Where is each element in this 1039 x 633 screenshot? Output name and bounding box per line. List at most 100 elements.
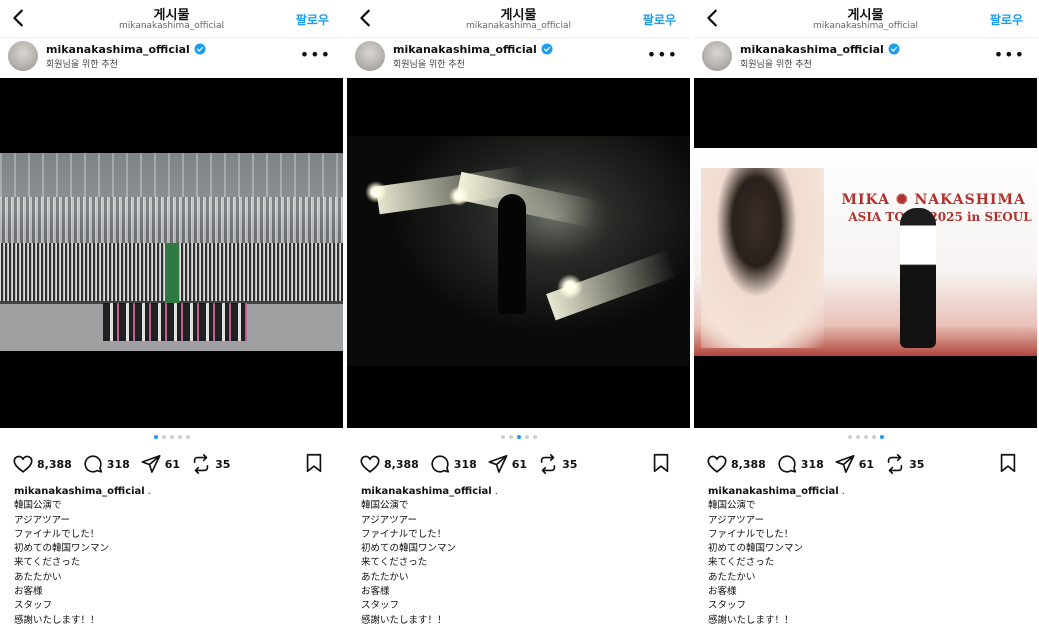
author-username[interactable]: mikanakashima_official bbox=[393, 43, 537, 56]
bookmark-icon bbox=[653, 453, 669, 473]
light-beam bbox=[455, 171, 599, 229]
caption-username-row: mikanakashima_official . bbox=[14, 486, 151, 497]
banner-subtitle: ASIA TOUR 2025 in SEOUL bbox=[848, 210, 1032, 224]
comment-button[interactable]: 318 bbox=[776, 453, 824, 475]
comment-count: 318 bbox=[453, 457, 477, 471]
share-button[interactable]: 61 bbox=[487, 453, 527, 475]
caption-username-row: mikanakashima_official . bbox=[361, 486, 498, 497]
stage-crew-group bbox=[102, 303, 247, 341]
verified-badge-icon bbox=[541, 43, 553, 55]
carousel-dots bbox=[694, 435, 1037, 439]
carousel-dot[interactable] bbox=[516, 435, 521, 439]
heart-icon bbox=[360, 455, 380, 473]
post-media[interactable]: MIKA ✺ NAKASHIMA ASIA TOUR 2025 in SEOUL bbox=[694, 78, 1037, 428]
carousel-dot[interactable] bbox=[508, 435, 513, 439]
repost-button[interactable]: 35 bbox=[190, 453, 230, 475]
share-button[interactable]: 61 bbox=[140, 453, 180, 475]
save-button[interactable] bbox=[997, 452, 1019, 478]
more-options-icon[interactable]: ••• bbox=[300, 45, 331, 64]
like-button[interactable]: 8,388 bbox=[359, 453, 419, 475]
tour-banner-photo: MIKA ✺ NAKASHIMA ASIA TOUR 2025 in SEOUL bbox=[694, 148, 1037, 356]
caption-username[interactable]: mikanakashima_official bbox=[14, 486, 145, 497]
banner-title: MIKA ✺ NAKASHIMA bbox=[841, 192, 1026, 208]
caption-line: 初めての韓国ワンマン bbox=[708, 543, 804, 555]
comment-icon bbox=[431, 455, 449, 473]
post-media[interactable] bbox=[0, 78, 343, 428]
avatar[interactable] bbox=[8, 41, 38, 71]
arena-photo bbox=[0, 153, 343, 351]
caption-line: アジアツアー bbox=[14, 514, 71, 526]
post-panel: 게시물 mikanakashima_official 팔로우 mikanakas… bbox=[694, 0, 1037, 633]
carousel-dot[interactable] bbox=[524, 435, 529, 439]
bookmark-icon bbox=[306, 453, 322, 473]
caption-line: あたたかい bbox=[708, 571, 756, 583]
suggestion-label: 회원님을 위한 추천 bbox=[393, 59, 465, 70]
caption-username[interactable]: mikanakashima_official bbox=[708, 486, 839, 497]
follow-button[interactable]: 팔로우 bbox=[643, 11, 676, 28]
carousel-dot[interactable] bbox=[185, 435, 190, 439]
carousel-dot[interactable] bbox=[871, 435, 876, 439]
caption-line: 来てくださった bbox=[361, 557, 428, 569]
more-options-icon[interactable]: ••• bbox=[647, 45, 678, 64]
share-button[interactable]: 61 bbox=[834, 453, 874, 475]
repost-button[interactable]: 35 bbox=[537, 453, 577, 475]
comment-button[interactable]: 318 bbox=[429, 453, 477, 475]
like-button[interactable]: 8,388 bbox=[12, 453, 72, 475]
carousel-dot[interactable] bbox=[169, 435, 174, 439]
carousel-dot[interactable] bbox=[161, 435, 166, 439]
arena-aisle bbox=[164, 243, 179, 303]
author-names: mikanakashima_official 회원님을 위한 추천 bbox=[46, 43, 206, 70]
carousel-dot[interactable] bbox=[855, 435, 860, 439]
carousel-dot[interactable] bbox=[532, 435, 537, 439]
more-options-icon[interactable]: ••• bbox=[994, 45, 1025, 64]
post-caption: mikanakashima_official . 韓国公演で アジアツアー ファ… bbox=[14, 485, 333, 628]
save-button[interactable] bbox=[650, 452, 672, 478]
carousel-dot[interactable] bbox=[153, 435, 158, 439]
caption-line: スタッフ bbox=[708, 600, 747, 612]
arena-roof bbox=[0, 153, 343, 198]
carousel-dot[interactable] bbox=[847, 435, 852, 439]
like-count: 8,388 bbox=[731, 457, 766, 471]
share-count: 61 bbox=[164, 457, 181, 471]
author-username-row: mikanakashima_official bbox=[740, 43, 900, 56]
caption-line: お客様 bbox=[708, 586, 737, 598]
avatar[interactable] bbox=[702, 41, 732, 71]
save-button[interactable] bbox=[303, 452, 325, 478]
action-bar: 8,388 318 61 35 bbox=[706, 452, 1025, 476]
caption-username[interactable]: mikanakashima_official bbox=[361, 486, 492, 497]
like-button[interactable]: 8,388 bbox=[706, 453, 766, 475]
carousel-dots bbox=[0, 435, 343, 439]
author-username[interactable]: mikanakashima_official bbox=[740, 43, 884, 56]
caption-line: 初めての韓国ワンマン bbox=[361, 543, 457, 555]
post-caption: mikanakashima_official . 韓国公演で アジアツアー ファ… bbox=[361, 485, 680, 628]
repost-count: 35 bbox=[909, 457, 925, 471]
standing-person bbox=[899, 208, 936, 348]
arena-stands bbox=[0, 197, 343, 245]
follow-button[interactable]: 팔로우 bbox=[990, 11, 1023, 28]
caption-line: 韓国公演で bbox=[14, 500, 62, 512]
repost-icon bbox=[887, 454, 903, 474]
paper-plane-icon bbox=[141, 454, 161, 473]
repost-count: 35 bbox=[562, 457, 578, 471]
suggestion-label: 회원님을 위한 추천 bbox=[46, 59, 118, 70]
author-username-row: mikanakashima_official bbox=[46, 43, 206, 56]
paper-plane-icon bbox=[835, 454, 855, 473]
follow-button[interactable]: 팔로우 bbox=[296, 11, 329, 28]
post-media[interactable] bbox=[347, 78, 690, 428]
caption-line: 来てくださった bbox=[708, 557, 775, 569]
repost-button[interactable]: 35 bbox=[884, 453, 924, 475]
caption-line: 初めての韓国ワンマン bbox=[14, 543, 110, 555]
carousel-dot[interactable] bbox=[879, 435, 884, 439]
author-username[interactable]: mikanakashima_official bbox=[46, 43, 190, 56]
avatar[interactable] bbox=[355, 41, 385, 71]
post-caption: mikanakashima_official . 韓国公演で アジアツアー ファ… bbox=[708, 485, 1027, 628]
carousel-dot[interactable] bbox=[177, 435, 182, 439]
post-author: mikanakashima_official 회원님을 위한 추천 ••• bbox=[702, 38, 1029, 74]
caption-line: アジアツアー bbox=[708, 514, 765, 526]
comment-icon bbox=[778, 455, 796, 473]
carousel-dot[interactable] bbox=[863, 435, 868, 439]
page-subtitle: mikanakashima_official bbox=[119, 21, 224, 31]
comment-button[interactable]: 318 bbox=[82, 453, 130, 475]
carousel-dot[interactable] bbox=[500, 435, 505, 439]
banner-portrait bbox=[700, 168, 825, 348]
